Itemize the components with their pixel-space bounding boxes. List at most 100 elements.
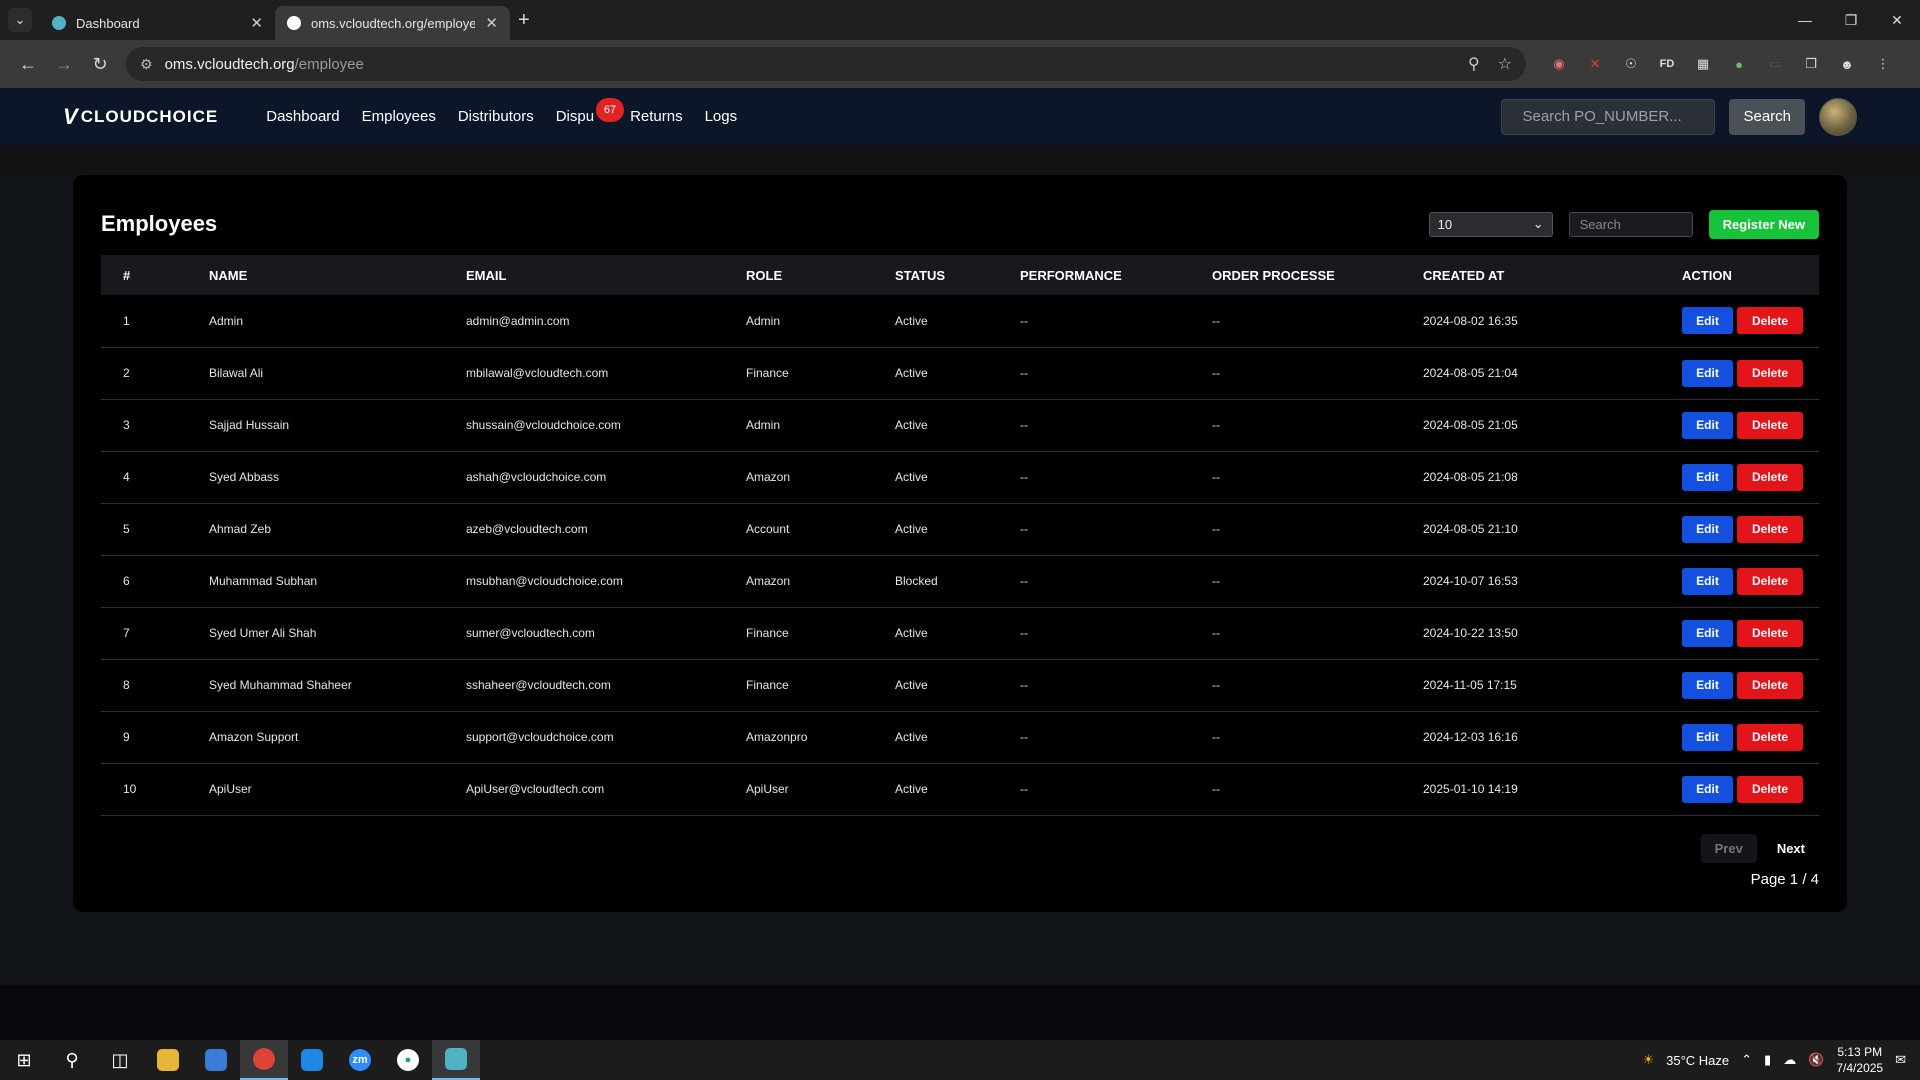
delete-button[interactable]: Delete xyxy=(1737,671,1803,699)
file-explorer-icon[interactable] xyxy=(144,1040,192,1080)
cell-created-at: 2024-08-02 16:35 xyxy=(1413,295,1672,348)
page-footer xyxy=(0,985,1920,1040)
cell-created-at: 2024-10-22 13:50 xyxy=(1413,607,1672,660)
zoom-icon[interactable]: ⚲ xyxy=(1468,54,1480,74)
edit-button[interactable]: Edit xyxy=(1682,723,1733,751)
search-icon[interactable]: ⚲ xyxy=(48,1040,96,1080)
nav-link-logs[interactable]: Logs xyxy=(705,108,738,125)
network-icon[interactable]: ☁ xyxy=(1783,1052,1796,1068)
profile-icon[interactable]: ☻ xyxy=(1838,55,1856,73)
vscode-icon[interactable] xyxy=(288,1040,336,1080)
zoom-app-icon[interactable]: zm xyxy=(336,1040,384,1080)
delete-button[interactable]: Delete xyxy=(1737,411,1803,439)
browser-menu-icon[interactable]: ⋮ xyxy=(1874,55,1892,73)
extension-green-icon[interactable]: ● xyxy=(1730,55,1748,73)
table-row: 4 Syed Abbass ashah@vcloudchoice.com Amazon… xyxy=(101,451,1819,504)
tray-chevron-up-icon[interactable]: ⌃ xyxy=(1741,1052,1752,1068)
row-actions: Edit Delete xyxy=(1682,775,1809,803)
back-icon[interactable]: ← xyxy=(10,54,46,75)
per-page-select[interactable]: 10 ⌄ xyxy=(1428,211,1553,237)
extension-globe-icon[interactable]: ☉ xyxy=(1622,55,1640,73)
po-search-button[interactable]: Search xyxy=(1729,98,1805,135)
task-view-icon[interactable]: ◫ xyxy=(96,1040,144,1080)
forward-icon[interactable]: → xyxy=(46,54,82,75)
edit-button[interactable]: Edit xyxy=(1682,775,1733,803)
extension-tab-icon[interactable]: ▭ xyxy=(1766,55,1784,73)
tab-title: oms.vcloudtech.org/employee xyxy=(311,15,476,31)
site-info-icon[interactable]: ⚙ xyxy=(140,56,153,73)
close-window-icon[interactable]: ✕ xyxy=(1874,12,1920,29)
next-page-button[interactable]: Next xyxy=(1762,833,1819,863)
tab-search-button[interactable]: ⌄ xyxy=(8,8,32,32)
chrome-icon[interactable] xyxy=(240,1040,288,1080)
volume-muted-icon[interactable]: 🔇 xyxy=(1808,1052,1824,1068)
cell-email: azeb@vcloudtech.com xyxy=(456,503,736,556)
edit-button[interactable]: Edit xyxy=(1682,359,1733,387)
bookmark-star-icon[interactable]: ☆ xyxy=(1498,54,1512,74)
brand-logo[interactable]: V CLOUDCHOICE xyxy=(63,104,218,130)
minimize-icon[interactable]: — xyxy=(1782,12,1828,28)
nav-link-dashboard[interactable]: Dashboard xyxy=(266,108,339,125)
extension-image-icon[interactable]: ▦ xyxy=(1694,55,1712,73)
delete-button[interactable]: Delete xyxy=(1737,515,1803,543)
edit-button[interactable]: Edit xyxy=(1682,671,1733,699)
new-tab-icon[interactable]: + xyxy=(518,9,530,32)
cell-status: Active xyxy=(885,399,1010,452)
browser-tab-employee[interactable]: oms.vcloudtech.org/employee ✕ xyxy=(275,6,510,40)
restore-icon[interactable]: ❐ xyxy=(1828,12,1874,29)
store-icon[interactable] xyxy=(192,1040,240,1080)
battery-icon[interactable]: ▮ xyxy=(1764,1052,1771,1068)
edit-button[interactable]: Edit xyxy=(1682,307,1733,335)
nav-link-distributors[interactable]: Distributors xyxy=(458,108,534,125)
register-new-button[interactable]: Register New xyxy=(1708,209,1819,239)
reload-icon[interactable]: ↻ xyxy=(82,54,118,75)
user-avatar[interactable] xyxy=(1819,97,1857,136)
extension-x-icon[interactable]: ✕ xyxy=(1586,55,1604,73)
row-actions: Edit Delete xyxy=(1682,307,1809,335)
col-header-action: ACTION xyxy=(1682,267,1732,283)
cell-email: shussain@vcloudchoice.com xyxy=(456,399,736,452)
delete-button[interactable]: Delete xyxy=(1737,619,1803,647)
po-number-search-input[interactable] xyxy=(1501,98,1716,135)
clock[interactable]: 5:13 PM 7/4/2025 xyxy=(1836,1044,1883,1076)
row-actions: Edit Delete xyxy=(1682,671,1809,699)
delete-button[interactable]: Delete xyxy=(1737,723,1803,751)
edit-button[interactable]: Edit xyxy=(1682,619,1733,647)
extensions-area: ◉ ✕ ☉ FD ▦ ● ▭ ❐ ☻ ⋮ xyxy=(1550,55,1892,73)
edit-button[interactable]: Edit xyxy=(1682,411,1733,439)
app-window-icon[interactable] xyxy=(432,1040,480,1080)
delete-button[interactable]: Delete xyxy=(1737,775,1803,803)
col-header-number: # xyxy=(123,267,131,283)
cell-role: Admin xyxy=(736,399,885,452)
cell-number: 4 xyxy=(101,451,199,504)
delete-button[interactable]: Delete xyxy=(1737,463,1803,491)
delete-button[interactable]: Delete xyxy=(1737,307,1803,335)
table-row: 7 Syed Umer Ali Shah sumer@vcloudtech.com F… xyxy=(101,607,1819,660)
nav-link-returns[interactable]: Returns xyxy=(630,108,683,125)
delete-button[interactable]: Delete xyxy=(1737,567,1803,595)
address-bar[interactable]: ⚙ oms.vcloudtech.org/employee ⚲ ☆ xyxy=(126,47,1526,81)
close-tab-icon[interactable]: ✕ xyxy=(250,14,263,32)
extensions-puzzle-icon[interactable]: ❐ xyxy=(1802,55,1820,73)
edit-button[interactable]: Edit xyxy=(1682,515,1733,543)
extension-glasses-icon[interactable]: ◉ xyxy=(1550,55,1568,73)
close-tab-icon[interactable]: ✕ xyxy=(485,14,498,32)
delete-button[interactable]: Delete xyxy=(1737,359,1803,387)
edit-button[interactable]: Edit xyxy=(1682,567,1733,595)
nav-link-disputes[interactable]: Dispu 67 xyxy=(556,98,625,125)
prev-page-button[interactable]: Prev xyxy=(1700,833,1757,863)
nav-link-employees[interactable]: Employees xyxy=(362,108,436,125)
edit-button[interactable]: Edit xyxy=(1682,463,1733,491)
table-header-row: # NAME EMAIL ROLE STATUS PERFORMANCE ORD… xyxy=(101,255,1819,295)
browser-tab-dashboard[interactable]: Dashboard ✕ xyxy=(40,6,275,40)
weather-text[interactable]: 35°C Haze xyxy=(1666,1053,1729,1068)
window-controls: — ❐ ✕ xyxy=(1782,0,1920,40)
notifications-icon[interactable]: ✉ xyxy=(1895,1052,1906,1068)
row-actions: Edit Delete xyxy=(1682,515,1809,543)
windows-start-icon[interactable]: ⊞ xyxy=(0,1040,48,1080)
cell-performance: -- xyxy=(1010,451,1202,504)
cell-action: Edit Delete xyxy=(1672,763,1819,816)
extension-fd-icon[interactable]: FD xyxy=(1658,55,1676,73)
employee-search-input[interactable] xyxy=(1568,211,1693,237)
mongodb-compass-icon[interactable]: ● xyxy=(384,1040,432,1080)
